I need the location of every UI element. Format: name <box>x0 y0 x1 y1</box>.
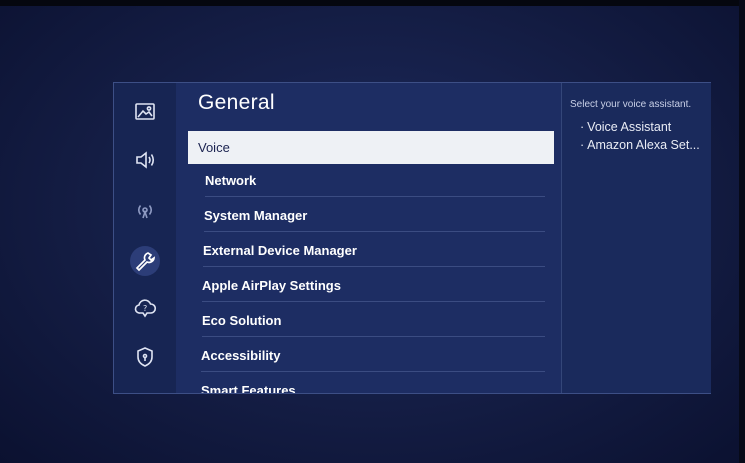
settings-icon-rail: ? <box>114 83 176 393</box>
tv-bezel-right <box>739 0 745 463</box>
menu-item-label: Eco Solution <box>202 313 282 328</box>
general-wrench-icon[interactable] <box>130 246 160 276</box>
menu-item-system-manager[interactable]: System Manager <box>204 199 545 232</box>
help-panel: Select your voice assistant. · Voice Assi… <box>561 83 711 393</box>
support-cloud-icon[interactable]: ? <box>133 296 157 320</box>
menu-item-label: Network <box>205 173 257 188</box>
help-title: Select your voice assistant. <box>570 99 692 110</box>
privacy-shield-icon[interactable] <box>133 345 157 369</box>
svg-text:?: ? <box>143 304 147 313</box>
menu-item-label: Smart Features <box>201 383 296 393</box>
menu-item-label: Accessibility <box>201 348 281 363</box>
tv-bezel-top <box>0 0 745 6</box>
help-option-amazon-alexa: · Amazon Alexa Set... <box>580 138 700 152</box>
help-option-voice-assistant: · Voice Assistant <box>580 120 671 134</box>
menu-item-label: System Manager <box>204 208 308 223</box>
sound-icon[interactable] <box>133 148 157 172</box>
menu-item-network[interactable]: Network <box>205 164 545 197</box>
menu-item-external-device-manager[interactable]: External Device Manager <box>203 234 545 267</box>
menu-item-label: Voice <box>198 140 230 155</box>
menu-item-label: External Device Manager <box>203 243 357 258</box>
page-title: General <box>198 91 275 114</box>
menu-item-label: Apple AirPlay Settings <box>202 278 341 293</box>
broadcasting-icon[interactable] <box>133 198 157 222</box>
help-option-label: Voice Assistant <box>587 120 672 134</box>
general-settings-list: General Voice Network System Manager Ext… <box>176 83 561 393</box>
menu-item-apple-airplay-settings[interactable]: Apple AirPlay Settings <box>202 269 545 302</box>
menu-item-voice[interactable]: Voice <box>188 131 554 164</box>
bullet: · <box>580 138 585 152</box>
menu-item-accessibility[interactable]: Accessibility <box>201 339 545 372</box>
bullet: · <box>580 120 585 134</box>
settings-panel: ? General Voice Network System Manager E… <box>113 82 711 394</box>
help-option-label: Amazon Alexa Set... <box>587 138 700 152</box>
menu-item-eco-solution[interactable]: Eco Solution <box>202 304 545 337</box>
menu-item-smart-features[interactable]: Smart Features <box>201 374 545 393</box>
picture-icon[interactable] <box>133 100 157 124</box>
